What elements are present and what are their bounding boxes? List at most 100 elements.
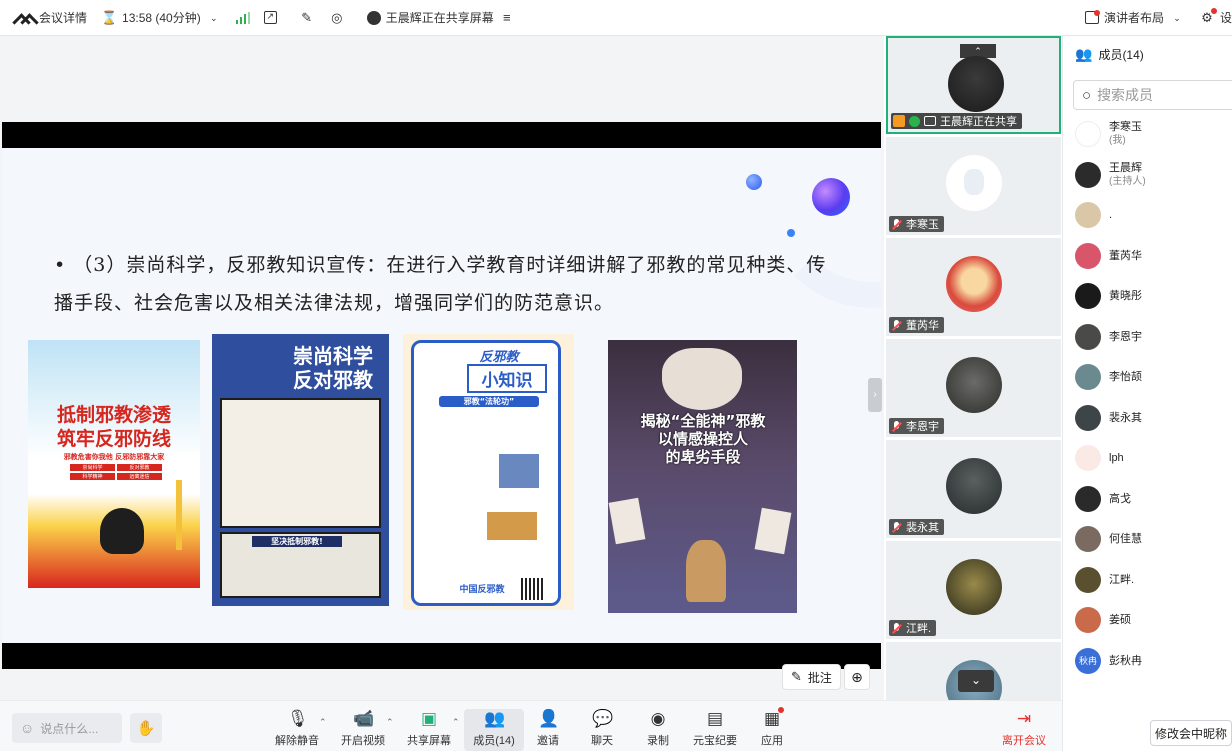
collapse-panel-handle[interactable]: › <box>868 378 882 412</box>
zoom-button[interactable]: ⊕ <box>844 664 870 690</box>
annotate-button[interactable]: ✎ 批注 <box>782 664 841 690</box>
tile-name: 董芮华 <box>906 320 939 332</box>
chevron-up-icon[interactable]: ⌃ <box>386 717 394 728</box>
quick-chat-input[interactable]: ☺ 说点什么... <box>12 713 122 743</box>
settings-dot <box>1210 7 1217 14</box>
member-row[interactable]: lph <box>1063 438 1232 479</box>
member-row[interactable]: 秋冉 彭秋冉 <box>1063 641 1232 682</box>
unmute-button[interactable]: 🎙 解除静音 <box>267 709 327 751</box>
pen-slash-icon: ✎ <box>301 9 313 25</box>
participant-avatar <box>946 458 1002 514</box>
member-row[interactable]: 裴永其 <box>1063 398 1232 439</box>
tile-name: 裴永其 <box>906 522 939 534</box>
members-button[interactable]: 👥 成员(14) <box>464 709 524 751</box>
exit-icon: ⇥ <box>1016 709 1032 728</box>
participant-avatar <box>946 559 1002 615</box>
poster-4-card <box>608 497 646 545</box>
tile-name-tag: 董芮华 <box>889 317 944 333</box>
poster-2-title-2: 反对邪教 <box>293 368 373 392</box>
camera-slash-icon: 📹 <box>353 709 375 728</box>
chevron-up-icon[interactable]: ⌃ <box>319 717 327 728</box>
start-video-button[interactable]: 📹 开启视频 <box>333 709 393 751</box>
invite-button[interactable]: 👤 邀请 <box>518 709 578 751</box>
members-label: 成员(14) <box>473 735 515 747</box>
member-row[interactable]: 江畔. <box>1063 560 1232 601</box>
summary-icon: ▤ <box>706 709 724 728</box>
member-row[interactable]: 李寒玉 (我) <box>1063 114 1232 155</box>
member-row[interactable]: 何佳慧 <box>1063 519 1232 560</box>
raise-hand-button[interactable]: ✋ <box>130 713 162 743</box>
video-label: 开启视频 <box>341 735 385 747</box>
notification-dot <box>1093 10 1100 16</box>
meeting-timer[interactable]: ⌛ 13:58 (40分钟) ⌄ <box>101 9 222 26</box>
bottom-toolbar: ☺ 说点什么... ✋ 🎙 解除静音 ⌃ 📹 开启视频 ⌃ ▣ 共享屏幕 ⌃ 👥 成员(… <box>0 700 1062 751</box>
ai-summary-button[interactable]: ▤ 元宝纪要 <box>685 709 745 751</box>
chat-button[interactable]: 💬 聊天 <box>572 709 632 751</box>
member-name: 裴永其 <box>1109 411 1142 424</box>
member-row[interactable]: 高戈 <box>1063 479 1232 520</box>
popout-button[interactable]: ↗ <box>263 11 277 24</box>
member-name-block: 何佳慧 <box>1109 532 1142 546</box>
tile-name-tag: 李恩宇 <box>889 418 944 434</box>
letterbox-bottom <box>2 643 881 669</box>
video-tile[interactable]: ⌃ 王晨辉正在共享 <box>886 36 1061 134</box>
participant-avatar <box>946 256 1002 312</box>
settings-button[interactable]: ⚙ 设 <box>1199 7 1232 26</box>
annotation-toggle[interactable]: ✎ <box>299 10 315 26</box>
poster-4-puppet <box>686 540 726 602</box>
apps-label: 应用 <box>761 735 783 747</box>
chat-label: 聊天 <box>591 735 613 747</box>
member-name: 黄晓彤 <box>1109 290 1142 303</box>
member-name-block: 黄晓彤 <box>1109 289 1142 303</box>
mic-off-icon <box>891 218 902 230</box>
layout-button[interactable]: 演讲者布局 ⌄ <box>1084 9 1185 26</box>
member-name-block: 李寒玉 (我) <box>1109 120 1142 148</box>
member-row[interactable]: 李怡颉 <box>1063 357 1232 398</box>
chevron-up-icon[interactable]: ⌃ <box>452 717 460 728</box>
scroll-down-button[interactable]: ⌄ <box>958 670 994 692</box>
apps-button[interactable]: ▦ 应用 <box>742 707 802 751</box>
member-name-block: 董芮华 <box>1109 249 1142 263</box>
members-panel: 👥 成员(14) ○ 搜索成员 李寒玉 (我) 王晨辉 (主持人). 董芮华黄晓彤李恩宇… <box>1062 36 1232 751</box>
poster-3-section: 邪教“法轮功” <box>439 396 539 407</box>
settings-label: 设 <box>1219 11 1232 25</box>
member-row[interactable]: 黄晓彤 <box>1063 276 1232 317</box>
poster-3-title-2: 小知识 <box>467 364 547 393</box>
member-row[interactable]: 姜硕 <box>1063 600 1232 641</box>
participant-avatar <box>946 357 1002 413</box>
chevron-down-icon: ⌄ <box>1173 12 1181 23</box>
members-title: 成员(14) <box>1098 47 1144 62</box>
record-button[interactable]: ◉ 录制 <box>628 709 688 751</box>
video-tile[interactable]: 裴永其 <box>886 440 1061 538</box>
meeting-details-button[interactable]: 会议详情 <box>14 9 87 26</box>
members-header: 👥 成员(14) <box>1063 36 1232 72</box>
unmute-label: 解除静音 <box>275 735 319 747</box>
decor-bubble <box>787 229 795 237</box>
video-tile[interactable]: 董芮华 <box>886 238 1061 336</box>
member-row[interactable]: 董芮华 <box>1063 236 1232 277</box>
mic-slash-icon: 🎙 <box>287 709 309 728</box>
leave-meeting-button[interactable]: ⇥ 离开会议 <box>994 709 1054 751</box>
poster-3: 反邪教 小知识 邪教“法轮功” 中国反邪教 <box>403 334 574 610</box>
poster-2-banner: 坚决抵制邪教! <box>252 536 342 547</box>
rename-nickname-button[interactable]: 修改会中昵称 <box>1150 720 1232 746</box>
meeting-logo-icon <box>14 13 34 23</box>
video-tile[interactable]: 李寒玉 <box>886 137 1061 235</box>
view-toggle[interactable]: ◎ <box>329 10 345 26</box>
member-row[interactable]: 李恩宇 <box>1063 317 1232 358</box>
poster-1: 抵制邪教渗透 筑牢反邪防线 邪教危害你我他 反邪防邪靠大家 崇尚科学 反对邪教 … <box>28 340 200 588</box>
sharing-status[interactable]: 王晨辉正在共享屏幕 ≡ <box>366 9 515 26</box>
video-tile[interactable]: 江畔. <box>886 541 1061 639</box>
member-search-input[interactable]: ○ 搜索成员 <box>1073 80 1232 110</box>
video-tile[interactable]: ⌄ <box>886 642 1061 700</box>
member-name: 李寒玉 <box>1109 121 1142 134</box>
member-row[interactable]: 王晨辉 (主持人) <box>1063 155 1232 196</box>
member-list: 李寒玉 (我) 王晨辉 (主持人). 董芮华黄晓彤李恩宇 李怡颉裴永其 lph 高戈何佳慧江畔… <box>1063 114 1232 681</box>
member-row[interactable]: . <box>1063 195 1232 236</box>
network-signal[interactable] <box>235 11 250 24</box>
member-name: 高戈 <box>1109 492 1131 505</box>
share-screen-button[interactable]: ▣ 共享屏幕 <box>399 709 459 751</box>
video-tile[interactable]: 李恩宇 <box>886 339 1061 437</box>
tile-name-tag: 王晨辉正在共享 <box>891 113 1022 129</box>
chat-icon: 💬 <box>592 709 614 728</box>
